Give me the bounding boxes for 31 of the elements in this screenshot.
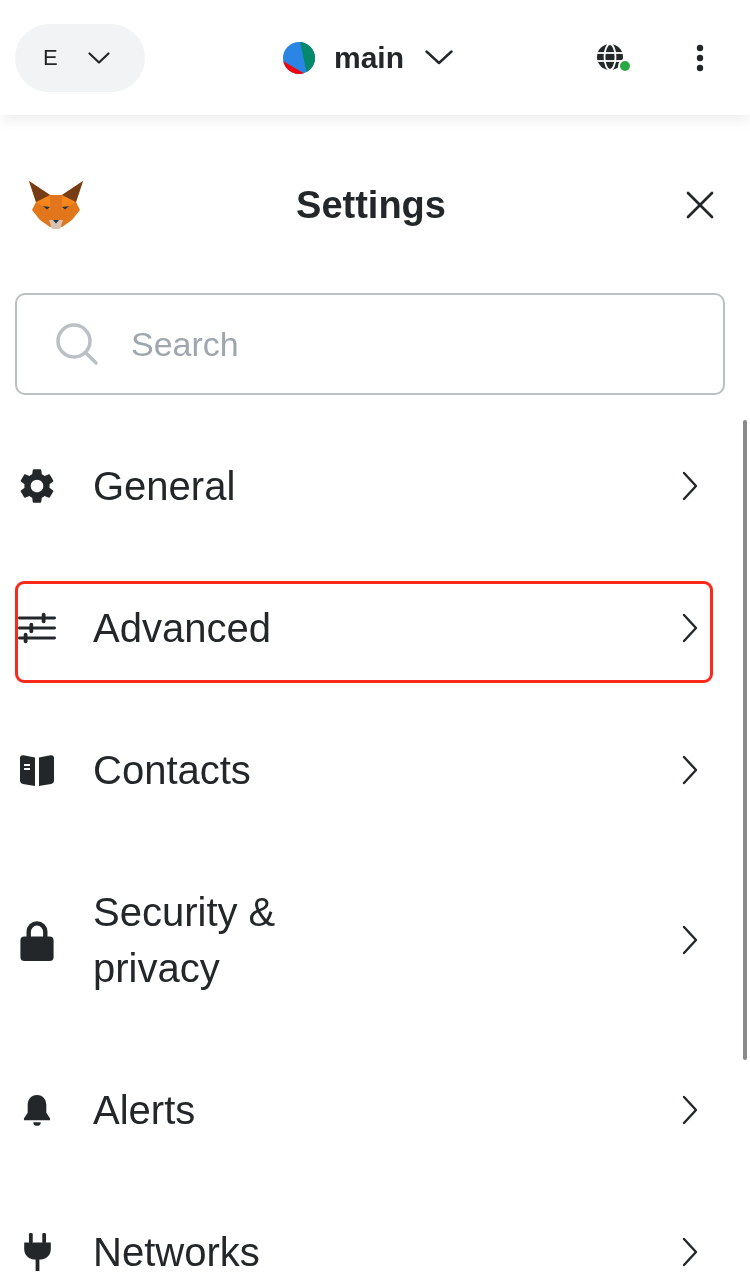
settings-menu-item[interactable]: Alerts bbox=[0, 1039, 750, 1181]
sliders-icon bbox=[18, 612, 56, 644]
settings-menu-item[interactable]: Security & privacy bbox=[0, 841, 750, 1039]
chevron-down-icon bbox=[425, 50, 454, 65]
settings-title: Settings bbox=[296, 186, 446, 224]
network-selector[interactable]: main bbox=[283, 41, 454, 74]
book-icon bbox=[19, 753, 55, 787]
chevron-right-icon bbox=[682, 925, 698, 955]
close-icon[interactable] bbox=[686, 191, 714, 219]
gear-icon bbox=[20, 469, 54, 503]
chevron-right-icon bbox=[682, 471, 698, 501]
fox-logo bbox=[28, 180, 84, 230]
network-avatar-icon bbox=[283, 41, 315, 74]
scrollbar-thumb[interactable] bbox=[743, 420, 747, 1060]
settings-menu-item[interactable]: Contacts bbox=[0, 699, 750, 841]
settings-menu-item[interactable]: Advanced bbox=[0, 557, 750, 699]
search-icon bbox=[55, 322, 99, 366]
chevron-right-icon bbox=[682, 613, 698, 643]
chevron-right-icon bbox=[682, 1237, 698, 1267]
globe-icon[interactable] bbox=[596, 42, 624, 71]
chevron-right-icon bbox=[682, 1095, 698, 1125]
settings-menu-item[interactable]: Networks bbox=[0, 1181, 750, 1280]
plug-icon bbox=[22, 1233, 52, 1271]
bell-icon bbox=[23, 1093, 51, 1127]
account-button[interactable]: E bbox=[15, 23, 145, 92]
search-field[interactable]: Search bbox=[15, 293, 725, 395]
lock-icon bbox=[20, 919, 54, 961]
more-options-icon[interactable] bbox=[696, 43, 704, 72]
settings-menu-item[interactable]: General bbox=[0, 415, 750, 557]
chevron-right-icon bbox=[682, 755, 698, 785]
chevron-down-icon bbox=[87, 51, 110, 64]
